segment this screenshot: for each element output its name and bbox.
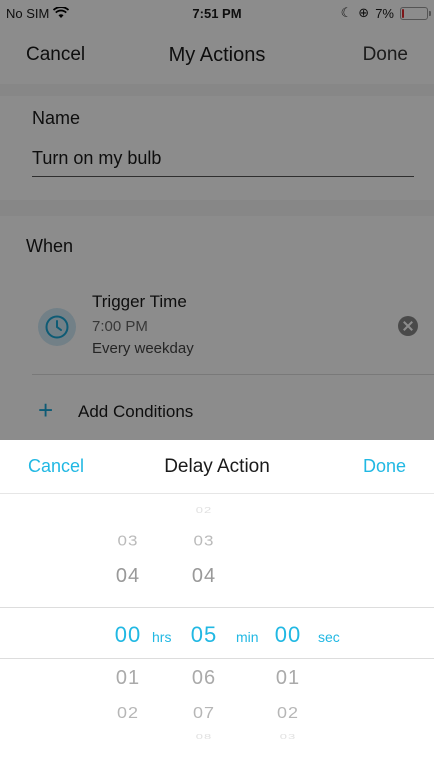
seconds-selected-value[interactable]: 00 xyxy=(258,622,318,648)
minutes-wheel-option[interactable]: 07 xyxy=(174,705,234,723)
minutes-unit-label: min xyxy=(236,629,259,645)
minutes-wheel-option[interactable]: 08 xyxy=(174,732,234,740)
minutes-wheel-option[interactable]: 03 xyxy=(174,533,234,550)
minutes-selected-value[interactable]: 05 xyxy=(174,622,234,648)
hours-wheel-option[interactable]: 03 xyxy=(98,533,158,550)
minutes-wheel-option[interactable]: 04 xyxy=(174,565,234,588)
hours-unit-label: hrs xyxy=(152,629,172,645)
seconds-wheel-option[interactable]: 03 xyxy=(258,732,318,740)
minutes-wheel-option[interactable]: 06 xyxy=(174,667,234,690)
minutes-wheel-option[interactable]: 02 xyxy=(174,506,234,515)
hours-wheel-option[interactable]: 02 xyxy=(98,705,158,723)
sheet-header: Cancel Delay Action Done xyxy=(0,440,434,494)
duration-picker: 04 03 00 01 02 04 03 02 05 06 07 08 00 01 02 03 hrs m… xyxy=(0,495,434,765)
delay-action-sheet: Cancel Delay Action Done 04 03 00 01 02 04 03… xyxy=(0,440,434,765)
hours-wheel-option[interactable]: 01 xyxy=(98,667,158,690)
sheet-done-button[interactable]: Done xyxy=(363,456,406,477)
seconds-wheel-option[interactable]: 02 xyxy=(258,705,318,723)
modal-overlay[interactable] xyxy=(0,0,434,440)
seconds-unit-label: sec xyxy=(318,629,340,645)
hours-wheel-option[interactable]: 04 xyxy=(98,565,158,588)
sheet-cancel-button[interactable]: Cancel xyxy=(28,456,84,477)
seconds-wheel-option[interactable]: 01 xyxy=(258,667,318,690)
hours-selected-value[interactable]: 00 xyxy=(98,622,158,648)
